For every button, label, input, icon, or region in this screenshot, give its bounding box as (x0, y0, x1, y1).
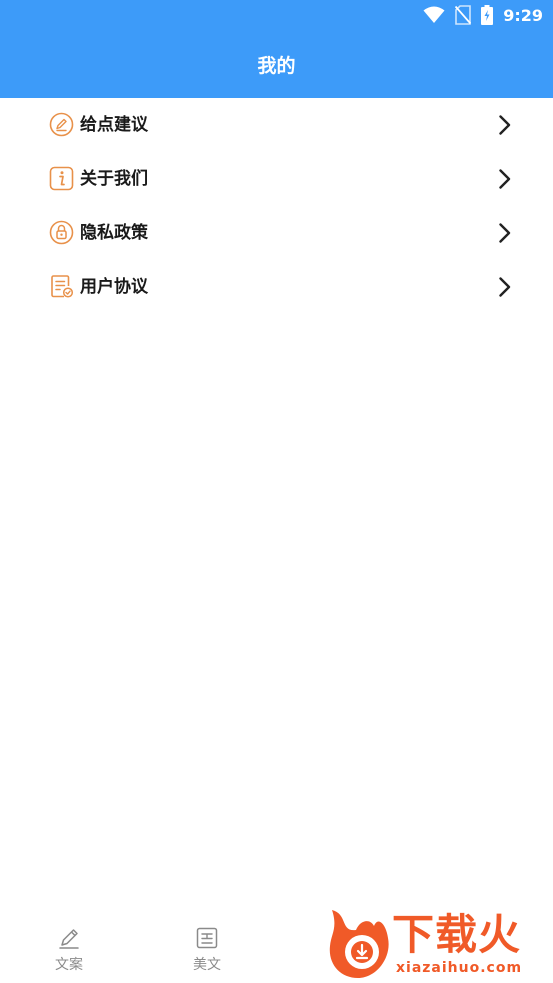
nav-tab-label: 文案 (55, 957, 83, 973)
battery-charging-icon (481, 5, 494, 25)
nav-tab-copywriting[interactable]: 文案 (39, 925, 99, 979)
watermark: 下载火 xiazaihuo.com (326, 908, 548, 980)
article-icon (196, 927, 218, 949)
menu-item-label: 给点建议 (80, 115, 148, 135)
menu-item-feedback[interactable]: 给点建议 (0, 98, 553, 152)
watermark-subtitle: xiazaihuo.com (396, 960, 523, 976)
menu-item-about[interactable]: 关于我们 (0, 152, 553, 206)
menu-item-agreement[interactable]: 用户协议 (0, 260, 553, 314)
chevron-right-icon (499, 277, 511, 297)
menu-item-label: 隐私政策 (80, 223, 148, 243)
nav-tab-article[interactable]: 美文 (177, 925, 237, 979)
menu-item-privacy[interactable]: 隐私政策 (0, 206, 553, 260)
privacy-lock-icon (49, 220, 74, 245)
chevron-right-icon (499, 223, 511, 243)
no-sim-icon (455, 5, 472, 25)
status-icons: 9:29 (423, 4, 543, 26)
nav-tab-label: 美文 (193, 957, 221, 973)
chevron-right-icon (499, 169, 511, 189)
menu-list: 给点建议 关于我们 隐私政策 用户协议 (0, 98, 553, 314)
status-time: 9:29 (503, 5, 543, 25)
chevron-right-icon (499, 115, 511, 135)
title-bar: 我的 (0, 30, 553, 98)
info-icon (49, 166, 74, 191)
page-title: 我的 (257, 54, 296, 77)
feedback-edit-icon (49, 112, 74, 137)
wifi-icon (423, 6, 445, 23)
agreement-doc-icon (51, 275, 74, 298)
flame-logo-icon (329, 910, 389, 978)
watermark-title: 下载火 (392, 910, 522, 959)
menu-item-label: 关于我们 (80, 169, 148, 189)
screen: 9:29 我的 给点建议 关于我们 隐私政策 用户协议 文案 美文 下载火 xi… (0, 0, 553, 983)
header: 9:29 我的 (0, 0, 553, 98)
status-bar: 9:29 (0, 0, 553, 30)
pen-icon (59, 929, 79, 949)
menu-item-label: 用户协议 (80, 277, 148, 297)
